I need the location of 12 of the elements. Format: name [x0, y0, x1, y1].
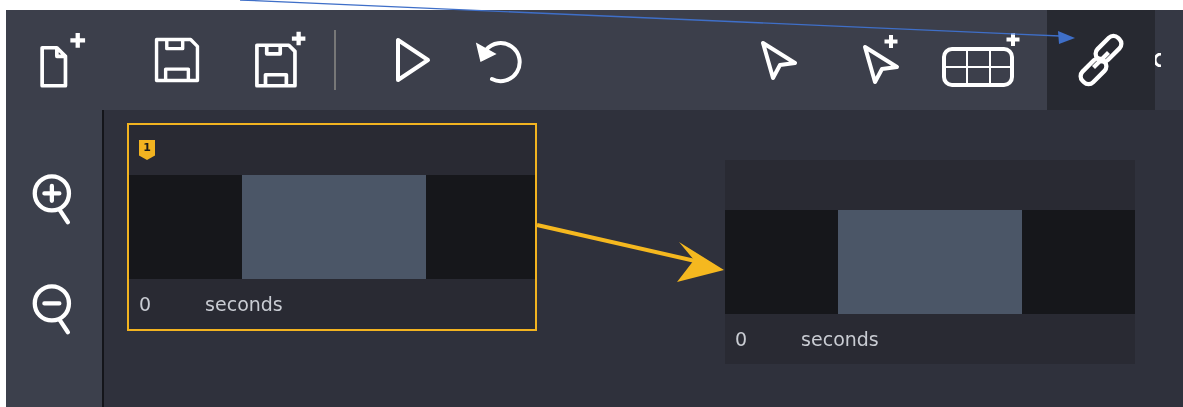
link-button[interactable]: [1047, 10, 1155, 110]
timeline-node[interactable]: 0 seconds: [725, 160, 1135, 364]
pointer-icon: [758, 38, 800, 82]
time-unit: seconds: [801, 328, 879, 350]
time-value: 0: [735, 328, 748, 350]
number-badge: 1: [139, 140, 155, 160]
partial-icon: [1155, 53, 1161, 67]
save-plus-icon: [252, 29, 306, 91]
timeline-node[interactable]: 1 0 seconds: [127, 123, 537, 331]
time-unit: seconds: [205, 293, 283, 315]
save-icon: [152, 35, 202, 85]
time-value: 0: [139, 293, 152, 315]
